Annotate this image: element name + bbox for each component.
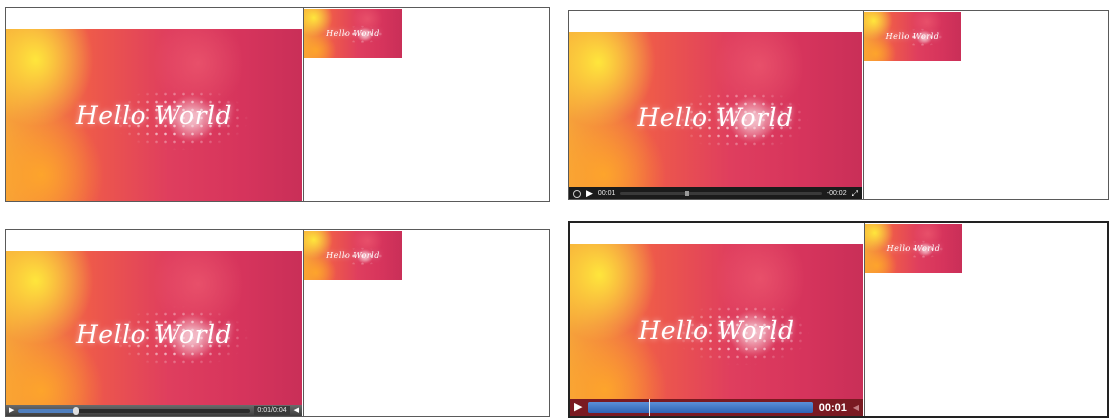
volume-icon[interactable]: ◀ xyxy=(294,407,299,414)
thumbnail-title-text: Hello World xyxy=(326,250,380,260)
player-panel-3: Hello World ▶ 0:01/0:04 ◀ Hello World xyxy=(5,229,550,417)
progress-fill xyxy=(588,402,813,413)
time-display: 0:01/0:04 xyxy=(254,406,290,415)
video-frame[interactable]: Hello World xyxy=(6,29,302,201)
control-bar: ▶ 00:01 ◀ xyxy=(570,399,863,416)
play-icon[interactable]: ▶ xyxy=(586,189,593,198)
elapsed-time: 00:01 xyxy=(818,401,847,414)
content-area xyxy=(303,8,304,201)
volume-icon[interactable]: ◀ xyxy=(853,403,859,412)
seek-bar[interactable] xyxy=(620,191,822,196)
thumbnail-preview[interactable]: Hello World xyxy=(865,224,962,273)
thumbnail-preview[interactable]: Hello World xyxy=(304,231,402,280)
video-title-text: Hello World xyxy=(75,101,233,131)
player-panel-1: Hello World Hello World xyxy=(5,7,550,202)
replay-icon[interactable] xyxy=(573,189,581,198)
video-frame[interactable]: Hello World ▶ 0:01/0:04 ◀ xyxy=(6,251,302,416)
time-readout: 0:01/0:04 xyxy=(257,407,287,414)
thumbnail-title-text: Hello World xyxy=(326,28,380,38)
seek-handle[interactable] xyxy=(684,191,689,196)
fullscreen-icon[interactable]: ⤢ xyxy=(852,189,858,198)
video-title-text: Hello World xyxy=(638,316,795,346)
seek-handle[interactable] xyxy=(73,406,80,415)
control-bar: ▶ 0:01/0:04 ◀ xyxy=(6,405,302,416)
seek-bar[interactable] xyxy=(588,399,813,416)
thumbnail-title-text: Hello World xyxy=(885,31,940,41)
content-area xyxy=(303,230,304,416)
player-panel-4: Hello World ▶ 00:01 ◀ Hello World xyxy=(568,221,1109,418)
play-icon[interactable]: ▶ xyxy=(9,407,14,414)
remaining-time: -00:02 xyxy=(826,190,847,197)
player-panel-2: Hello World ▶ 00:01 -00:02 ⤢ Hello World xyxy=(568,10,1109,200)
control-bar: ▶ 00:01 -00:02 ⤢ xyxy=(569,187,862,199)
play-icon[interactable]: ▶ xyxy=(574,402,582,413)
elapsed-time: 00:01 xyxy=(597,190,616,197)
progress-fill xyxy=(18,408,77,413)
video-frame[interactable]: Hello World ▶ 00:01 -00:02 ⤢ xyxy=(569,32,862,199)
thumbnail-preview[interactable]: Hello World xyxy=(304,9,402,58)
content-area xyxy=(863,11,864,199)
content-area xyxy=(864,223,865,416)
text-cursor-icon xyxy=(649,399,650,416)
video-title-text: Hello World xyxy=(637,102,794,132)
seek-bar[interactable] xyxy=(18,406,251,415)
thumbnail-preview[interactable]: Hello World xyxy=(864,12,961,61)
thumbnail-title-text: Hello World xyxy=(886,243,941,253)
video-title-text: Hello World xyxy=(75,320,233,350)
video-frame[interactable]: Hello World ▶ 00:01 ◀ xyxy=(570,244,863,416)
